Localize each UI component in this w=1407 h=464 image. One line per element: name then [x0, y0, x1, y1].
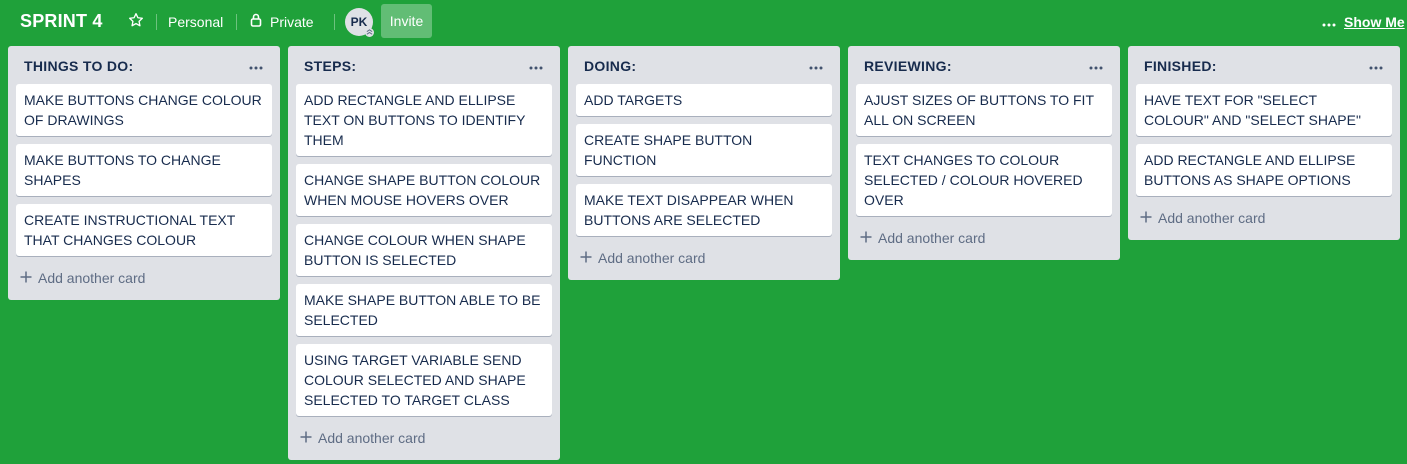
board-title[interactable]: SPRINT 4: [20, 11, 103, 32]
card[interactable]: CREATE INSTRUCTIONAL TEXT THAT CHANGES C…: [16, 204, 272, 256]
ellipsis-icon: [249, 57, 263, 75]
add-card-button[interactable]: Add another card: [856, 224, 1112, 252]
add-card-label: Add another card: [38, 270, 146, 286]
add-card-label: Add another card: [878, 230, 986, 246]
invite-button[interactable]: Invite: [381, 4, 432, 38]
avatar-initials: PK: [350, 15, 368, 29]
member-avatar[interactable]: PK: [345, 8, 374, 37]
list-menu-button[interactable]: [1364, 54, 1388, 78]
show-menu-label: Show Me: [1344, 14, 1405, 30]
list-menu-button[interactable]: [804, 54, 828, 78]
add-card-button[interactable]: Add another card: [16, 264, 272, 292]
plus-icon: [20, 270, 32, 286]
card[interactable]: MAKE BUTTONS CHANGE COLOUR OF DRAWINGS: [16, 84, 272, 136]
header-divider: [334, 14, 335, 30]
ellipsis-icon: [529, 57, 543, 75]
ellipsis-icon: [1369, 57, 1383, 75]
star-icon: [128, 12, 144, 33]
card[interactable]: MAKE BUTTONS TO CHANGE SHAPES: [16, 144, 272, 196]
visibility-label: Private: [270, 14, 314, 30]
ellipsis-icon: [809, 57, 823, 75]
card[interactable]: HAVE TEXT FOR "SELECT COLOUR" AND "SELEC…: [1136, 84, 1392, 136]
card[interactable]: TEXT CHANGES TO COLOUR SELECTED / COLOUR…: [856, 144, 1112, 216]
list-title[interactable]: THINGS TO DO:: [24, 58, 133, 74]
list-column: DOING: ADD TARGETS CREATE SHAPE BUTTON FUN…: [568, 46, 840, 280]
list-header: DOING:: [576, 46, 832, 84]
list-menu-button[interactable]: [1084, 54, 1108, 78]
card[interactable]: MAKE TEXT DISAPPEAR WHEN BUTTONS ARE SEL…: [576, 184, 832, 236]
team-button[interactable]: Personal: [160, 8, 231, 36]
card[interactable]: CHANGE SHAPE BUTTON COLOUR WHEN MOUSE HO…: [296, 164, 552, 216]
ellipsis-icon: [1322, 14, 1336, 30]
add-card-label: Add another card: [1158, 210, 1266, 226]
add-card-label: Add another card: [318, 430, 426, 446]
list-column: THINGS TO DO: MAKE BUTTONS CHANGE COLOUR …: [8, 46, 280, 300]
header-divider: [156, 14, 157, 30]
plus-icon: [860, 230, 872, 246]
header-divider: [236, 14, 237, 30]
card[interactable]: ADD TARGETS: [576, 84, 832, 116]
plus-icon: [580, 250, 592, 266]
add-card-button[interactable]: Add another card: [1136, 204, 1392, 232]
list-header: FINISHED:: [1136, 46, 1392, 84]
list-menu-button[interactable]: [524, 54, 548, 78]
plus-icon: [300, 430, 312, 446]
list-title[interactable]: STEPS:: [304, 58, 356, 74]
show-menu-button[interactable]: Show Me: [1322, 8, 1405, 36]
add-card-label: Add another card: [598, 250, 706, 266]
card[interactable]: CREATE SHAPE BUTTON FUNCTION: [576, 124, 832, 176]
list-column: FINISHED: HAVE TEXT FOR "SELECT COLOUR" A…: [1128, 46, 1400, 240]
lock-icon: [250, 8, 262, 36]
list-column: STEPS: ADD RECTANGLE AND ELLIPSE TEXT ON …: [288, 46, 560, 460]
add-card-button[interactable]: Add another card: [576, 244, 832, 272]
board-header: SPRINT 4 Personal Private PK Invite Show…: [0, 0, 1407, 44]
list-title[interactable]: DOING:: [584, 58, 636, 74]
add-card-button[interactable]: Add another card: [296, 424, 552, 452]
list-menu-button[interactable]: [244, 54, 268, 78]
visibility-button[interactable]: Private: [244, 8, 320, 36]
list-header: STEPS:: [296, 46, 552, 84]
star-board-button[interactable]: [124, 10, 148, 34]
list-column: REVIEWING: AJUST SIZES OF BUTTONS TO FIT …: [848, 46, 1120, 260]
card[interactable]: ADD RECTANGLE AND ELLIPSE TEXT ON BUTTON…: [296, 84, 552, 156]
ellipsis-icon: [1089, 57, 1103, 75]
list-title[interactable]: REVIEWING:: [864, 58, 952, 74]
card[interactable]: AJUST SIZES OF BUTTONS TO FIT ALL ON SCR…: [856, 84, 1112, 136]
list-title[interactable]: FINISHED:: [1144, 58, 1217, 74]
list-header: REVIEWING:: [856, 46, 1112, 84]
card[interactable]: MAKE SHAPE BUTTON ABLE TO BE SELECTED: [296, 284, 552, 336]
card[interactable]: USING TARGET VARIABLE SEND COLOUR SELECT…: [296, 344, 552, 416]
plus-icon: [1140, 210, 1152, 226]
list-header: THINGS TO DO:: [16, 46, 272, 84]
card[interactable]: CHANGE COLOUR WHEN SHAPE BUTTON IS SELEC…: [296, 224, 552, 276]
admin-chevron-icon: [365, 28, 374, 37]
card[interactable]: ADD RECTANGLE AND ELLIPSE BUTTONS AS SHA…: [1136, 144, 1392, 196]
